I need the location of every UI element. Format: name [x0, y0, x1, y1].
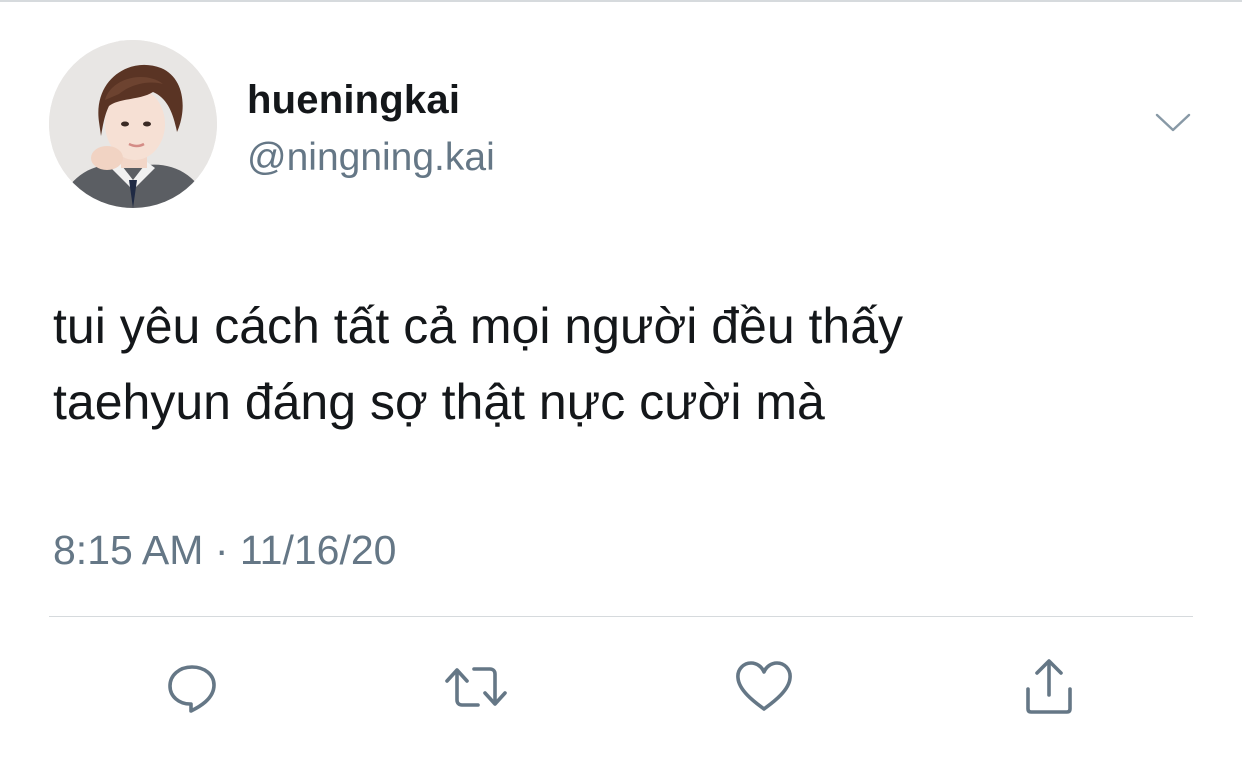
- heart-icon: [736, 661, 792, 711]
- avatar-photo: [49, 40, 217, 208]
- timestamp-separator: ·: [214, 527, 229, 573]
- tweet-time: 8:15 AM: [53, 527, 204, 573]
- tweet-text: tui yêu cách tất cả mọi người đều thấy t…: [53, 288, 1193, 440]
- tweet-text-line-2: taehyun đáng sợ thật nực cười mà: [53, 374, 825, 430]
- share-icon: [1026, 659, 1072, 714]
- user-handle[interactable]: @ningning.kai: [247, 134, 495, 182]
- tweet-date: 11/16/20: [239, 527, 397, 573]
- more-options-button[interactable]: [1150, 106, 1196, 140]
- avatar[interactable]: [49, 40, 217, 208]
- speech-bubble-icon: [168, 665, 216, 713]
- display-name[interactable]: hueningkai: [247, 76, 460, 124]
- retweet-icon: [445, 667, 507, 707]
- tweet-text-line-1: tui yêu cách tất cả mọi người đều thấy: [53, 298, 904, 354]
- share-button[interactable]: [1014, 652, 1084, 722]
- like-button[interactable]: [729, 652, 799, 722]
- tweet-card: hueningkai @ningning.kai tui yêu cách tấ…: [0, 0, 1242, 757]
- actions-divider: [49, 616, 1193, 617]
- tweet-timestamp[interactable]: 8:15 AM · 11/16/20: [53, 522, 396, 578]
- reply-button[interactable]: [157, 652, 227, 722]
- chevron-down-icon: [1155, 113, 1191, 132]
- retweet-button[interactable]: [441, 652, 511, 722]
